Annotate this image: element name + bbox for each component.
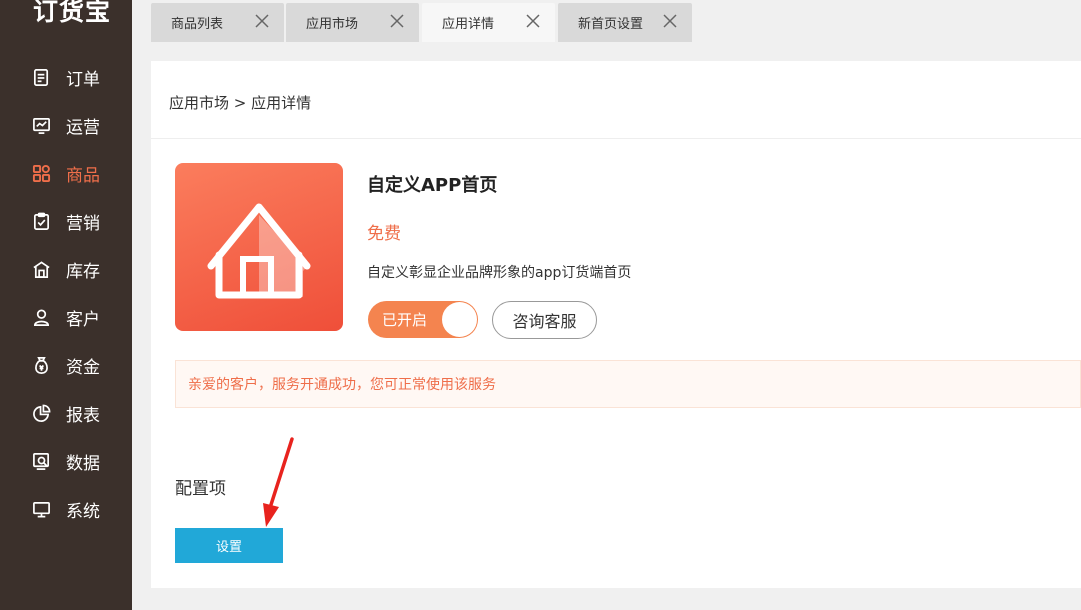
success-notice: 亲爱的客户，服务开通成功，您可正常使用该服务 (175, 360, 1081, 408)
sidebar-item-inventory[interactable]: 库存 (0, 245, 132, 293)
sidebar-item-label: 客户 (66, 309, 100, 330)
settings-button[interactable]: 设置 (175, 528, 283, 563)
sidebar: 订货宝 订单 运营 商品 营销 库存 客户 资金 报表 数据 系统 (0, 0, 132, 610)
sidebar-item-marketing[interactable]: 营销 (0, 197, 132, 245)
sidebar-item-orders[interactable]: 订单 (0, 53, 132, 101)
tab-label: 应用详情 (442, 17, 495, 32)
sidebar-item-operations[interactable]: 运营 (0, 101, 132, 149)
sidebar-item-system[interactable]: 系统 (0, 485, 132, 533)
breadcrumb: 应用市场 > 应用详情 (169, 94, 312, 112)
annotation-arrow (263, 437, 294, 527)
app-description: 自定义彰显企业品牌形象的app订货端首页 (367, 265, 632, 281)
order-icon (32, 68, 51, 87)
sidebar-item-label: 商品 (66, 165, 100, 186)
sidebar-item-funds[interactable]: 资金 (0, 341, 132, 389)
warehouse-icon (32, 260, 51, 279)
sidebar-item-label: 资金 (66, 357, 100, 378)
divider (151, 138, 1081, 139)
money-bag-icon (32, 356, 51, 375)
pie-chart-icon (32, 404, 51, 423)
tab-label: 商品列表 (171, 17, 224, 32)
sidebar-item-label: 系统 (66, 501, 100, 522)
operations-chart-icon (32, 116, 51, 135)
data-search-icon (32, 452, 51, 471)
consult-support-button[interactable]: 咨询客服 (492, 301, 597, 339)
tab-label: 应用市场 (306, 17, 359, 32)
app-price: 免费 (367, 224, 401, 244)
tab-app-market[interactable]: 应用市场 (286, 3, 419, 42)
close-icon[interactable] (525, 13, 541, 29)
sidebar-item-label: 库存 (66, 261, 100, 282)
tab-new-homepage-settings[interactable]: 新首页设置 (558, 3, 692, 42)
sidebar-item-reports[interactable]: 报表 (0, 389, 132, 437)
sidebar-item-data[interactable]: 数据 (0, 437, 132, 485)
tab-app-detail[interactable]: 应用详情 (422, 3, 555, 42)
close-icon[interactable] (662, 13, 678, 29)
sidebar-item-customers[interactable]: 客户 (0, 293, 132, 341)
house-icon (207, 203, 311, 299)
sidebar-item-label: 营销 (66, 213, 100, 234)
tab-label: 新首页设置 (578, 17, 644, 32)
sidebar-item-label: 订单 (66, 69, 100, 90)
sidebar-item-label: 报表 (66, 405, 100, 426)
sidebar-item-label: 数据 (66, 453, 100, 474)
close-icon[interactable] (389, 13, 405, 29)
grid-icon (32, 164, 51, 183)
app-title: 自定义APP首页 (367, 175, 498, 196)
toggle-label: 已开启 (382, 311, 428, 329)
service-toggle[interactable]: 已开启 (368, 301, 478, 338)
monitor-icon (32, 500, 51, 519)
close-icon[interactable] (254, 13, 270, 29)
tab-bar: 商品列表 应用市场 应用详情 新首页设置 (132, 0, 1081, 42)
config-section-title: 配置项 (175, 479, 226, 499)
sidebar-nav: 订单 运营 商品 营销 库存 客户 资金 报表 数据 系统 (0, 53, 132, 533)
toggle-knob (442, 302, 477, 337)
app-tile (175, 163, 343, 331)
clipboard-check-icon (32, 212, 51, 231)
tab-product-list[interactable]: 商品列表 (151, 3, 284, 42)
app-logo: 订货宝 (33, 0, 112, 26)
sidebar-item-products[interactable]: 商品 (0, 149, 132, 197)
user-icon (32, 308, 51, 327)
sidebar-item-label: 运营 (66, 117, 100, 138)
